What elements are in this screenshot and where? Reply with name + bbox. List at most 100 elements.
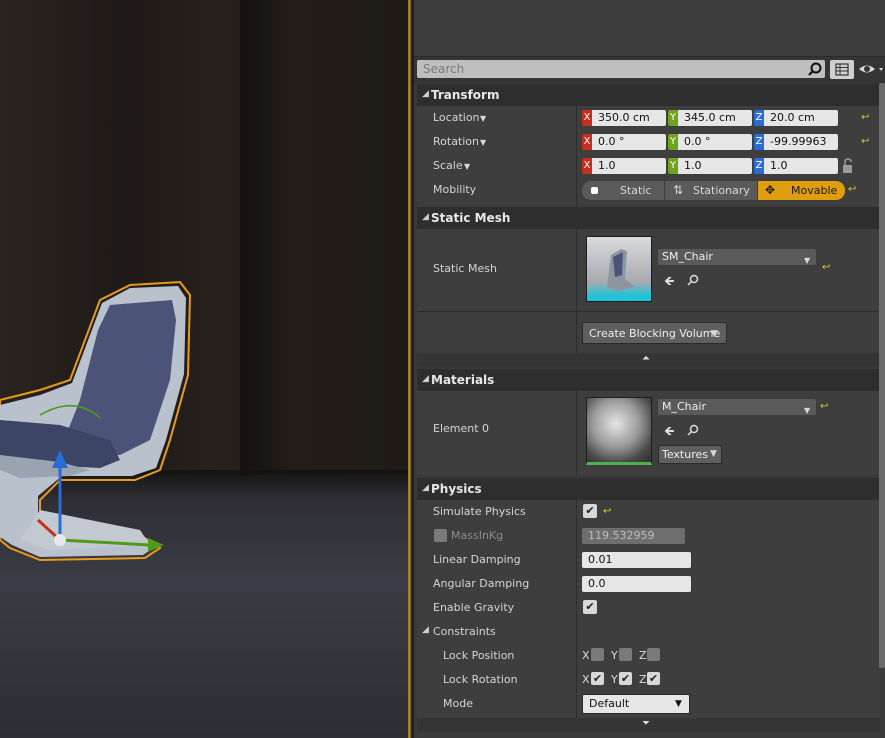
mode-row: Mode Default ▼ <box>417 692 880 716</box>
scale-z-field[interactable]: Z 1.0 <box>754 158 838 174</box>
chevron-up-icon: ⏶ <box>642 353 650 364</box>
static-mesh-combo[interactable]: SM_Chair ▼ <box>658 249 816 265</box>
lock-icon[interactable] <box>841 158 855 174</box>
chevron-down-icon: ▼ <box>710 449 717 459</box>
mobility-static-option[interactable]: Static <box>582 181 664 200</box>
mass-override-checkbox[interactable] <box>434 529 447 542</box>
linear-damping-field[interactable]: 0.01 <box>582 552 691 568</box>
reset-to-default-icon[interactable]: ↩ <box>820 402 830 412</box>
static-mesh-thumbnail[interactable] <box>586 236 652 302</box>
chevron-down-icon[interactable]: ▼ <box>464 162 470 171</box>
rotation-z-field[interactable]: Z -99.99963 <box>754 134 838 150</box>
element-0-label: Element 0 <box>433 422 490 435</box>
level-viewport[interactable] <box>0 0 408 738</box>
angular-damping-row: Angular Damping 0.0 <box>417 572 880 596</box>
static-mesh-category[interactable]: ◢ Static Mesh <box>417 207 880 229</box>
chevron-down-icon[interactable]: ▼ <box>480 138 486 147</box>
use-selected-arrow-icon[interactable]: 🡸 <box>664 422 675 444</box>
simulate-physics-checkbox[interactable]: ✔ <box>583 504 597 518</box>
use-selected-arrow-icon[interactable]: 🡸 <box>664 272 675 294</box>
browse-search-icon[interactable] <box>687 274 699 286</box>
reset-to-default-icon[interactable]: ↩ <box>848 185 858 195</box>
collapse-arrow-icon: ◢ <box>422 212 429 222</box>
mass-row: MassInKg 119.532959 <box>417 524 880 548</box>
rotation-y-field[interactable]: Y 0.0 ° <box>668 134 752 150</box>
lock-position-label: Lock Position <box>443 649 515 662</box>
mobility-row: Mobility Static ⇅ Stationary ✥ Movable ↩ <box>417 178 880 202</box>
mode-select[interactable]: Default ▼ <box>582 694 690 714</box>
transform-section: Location ▼ X 350.0 cm Y 345.0 cm Z 20.0 cm … <box>417 106 880 206</box>
constraints-row[interactable]: ◢ Constraints <box>417 620 880 644</box>
create-blocking-volume-button[interactable]: Create Blocking Volume ▼ <box>582 322 727 344</box>
mobility-label: Mobility <box>433 183 477 196</box>
location-label[interactable]: Location <box>433 111 480 124</box>
materials-section: Element 0 M_Chair ▼ ↩ 🡸 Textures ▼ <box>417 391 880 475</box>
mass-field: 119.532959 <box>582 528 685 544</box>
simulate-physics-row: Simulate Physics ✔ ↩ <box>417 500 880 524</box>
search-icon[interactable] <box>808 62 822 76</box>
search-row: Search <box>414 57 885 83</box>
mode-label: Mode <box>443 697 473 710</box>
physics-advanced-expander[interactable]: ⏷ <box>417 718 880 732</box>
visibility-button[interactable] <box>858 62 884 78</box>
lock-rotation-row: Lock Rotation X ✔ Y ✔ Z ✔ <box>443 672 660 686</box>
lock-position-z-checkbox[interactable] <box>647 648 660 661</box>
material-thumbnail[interactable] <box>586 397 652 465</box>
collapse-arrow-icon: ◢ <box>422 374 429 384</box>
lock-rotation-x-checkbox[interactable]: ✔ <box>591 672 604 685</box>
grid-icon <box>835 63 849 76</box>
materials-category[interactable]: ◢ Materials <box>417 369 880 391</box>
angular-damping-field[interactable]: 0.0 <box>582 576 691 592</box>
reset-to-default-icon[interactable]: ↩ <box>603 507 613 517</box>
reset-to-default-icon[interactable]: ↩ <box>861 113 871 123</box>
lock-rotation-z-checkbox[interactable]: ✔ <box>647 672 660 685</box>
reset-to-default-icon[interactable]: ↩ <box>861 137 871 147</box>
physics-category[interactable]: ◢ Physics <box>417 478 880 500</box>
location-y-field[interactable]: Y 345.0 cm <box>668 110 752 126</box>
details-panel: Search ◢ Transform Location ▼ X 350.0 cm … <box>414 0 885 738</box>
advanced-expander[interactable]: ⏶ <box>417 353 880 367</box>
lock-position-x-checkbox[interactable] <box>591 648 604 661</box>
lock-position-row: Lock Position X Y Z <box>417 644 880 668</box>
chevron-down-icon: ▼ <box>804 256 811 265</box>
chevron-down-icon[interactable]: ▼ <box>480 114 486 123</box>
rotation-row: Rotation ▼ X 0.0 ° Y 0.0 ° Z -99.99963 ↩ <box>417 130 880 154</box>
chevron-down-icon: ▼ <box>804 406 811 415</box>
transform-title: Transform <box>431 88 500 102</box>
move-icon: ✥ <box>765 183 776 197</box>
search-input[interactable]: Search <box>417 60 825 78</box>
textures-button[interactable]: Textures ▼ <box>658 445 722 464</box>
enable-gravity-row: Enable Gravity ✔ <box>417 596 880 620</box>
browse-search-icon[interactable] <box>687 424 699 436</box>
physics-title: Physics <box>431 482 482 496</box>
reset-to-default-icon[interactable]: ↩ <box>822 263 832 273</box>
rotation-label[interactable]: Rotation <box>433 135 479 148</box>
enable-gravity-label: Enable Gravity <box>433 601 515 614</box>
chair-thumbnail-icon <box>607 249 635 291</box>
material-combo[interactable]: M_Chair ▼ <box>658 399 816 415</box>
enable-gravity-checkbox[interactable]: ✔ <box>583 600 597 614</box>
property-matrix-button[interactable] <box>830 60 854 79</box>
location-x-field[interactable]: X 350.0 cm <box>582 110 666 126</box>
lock-rotation-y-checkbox[interactable]: ✔ <box>619 672 632 685</box>
scale-label[interactable]: Scale <box>433 159 463 172</box>
transform-category[interactable]: ◢ Transform <box>417 84 880 106</box>
lock-position-y-checkbox[interactable] <box>619 648 632 661</box>
constraints-title: Constraints <box>433 625 496 638</box>
angular-damping-label: Angular Damping <box>433 577 530 590</box>
chevron-down-icon: ⏷ <box>642 718 650 729</box>
mobility-stationary-option[interactable]: ⇅ Stationary <box>665 181 757 200</box>
location-z-field[interactable]: Z 20.0 cm <box>754 110 838 126</box>
scale-x-field[interactable]: X 1.0 <box>582 158 666 174</box>
lock-rotation-label: Lock Rotation <box>443 673 518 686</box>
scrollbar[interactable] <box>879 83 885 668</box>
collapse-arrow-icon: ◢ <box>422 483 429 493</box>
mobility-movable-option[interactable]: ✥ Movable <box>758 181 845 200</box>
chair-mesh[interactable] <box>0 0 408 738</box>
mass-label: MassInKg <box>451 529 504 542</box>
rotation-x-field[interactable]: X 0.0 ° <box>582 134 666 150</box>
static-mesh-title: Static Mesh <box>431 211 511 225</box>
physics-section: Simulate Physics ✔ ↩ MassInKg 119.532959… <box>417 500 880 718</box>
static-mesh-section: Static Mesh SM_Chair ▼ ↩ 🡸 Create Blocki… <box>417 229 880 353</box>
scale-y-field[interactable]: Y 1.0 <box>668 158 752 174</box>
